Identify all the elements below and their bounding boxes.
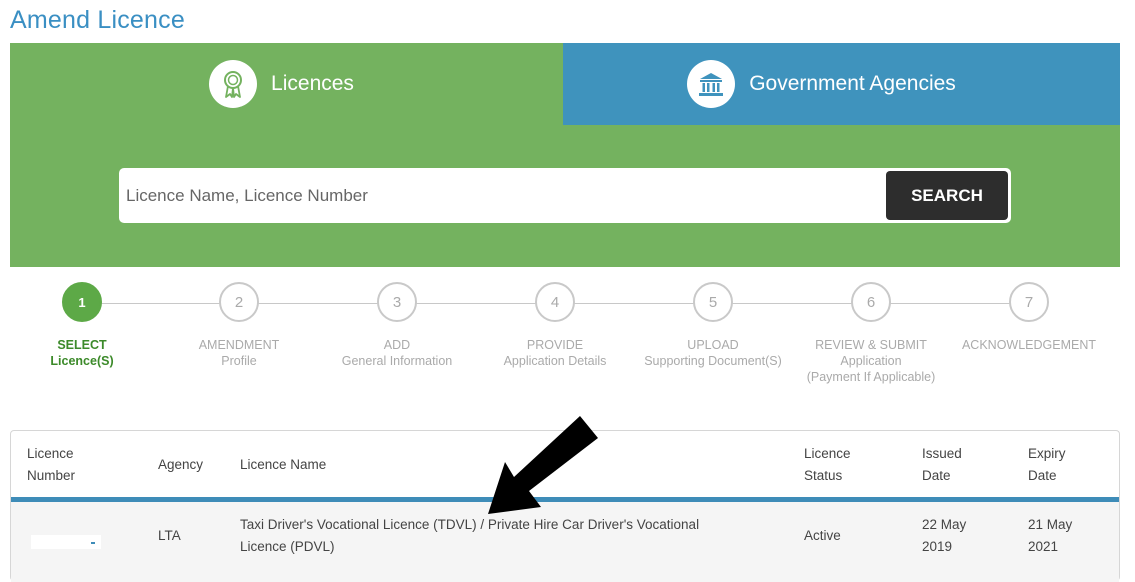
step-3-label: ADD General Information bbox=[312, 337, 482, 369]
tab-bar: Licences Government Agencies bbox=[10, 43, 1120, 125]
cell-issued-date: 22 May 2019 bbox=[922, 514, 966, 558]
header-issued-date[interactable]: Issued Date bbox=[922, 443, 962, 487]
header-expiry-date-line1: Expiry bbox=[1028, 446, 1066, 461]
step-6-title: REVIEW & SUBMIT bbox=[815, 338, 927, 352]
header-agency[interactable]: Agency bbox=[158, 454, 203, 476]
header-expiry-date[interactable]: Expiry Date bbox=[1028, 443, 1066, 487]
step-5-title: UPLOAD bbox=[687, 338, 739, 352]
search-box: SEARCH bbox=[119, 168, 1011, 223]
tab-licences[interactable]: Licences bbox=[10, 43, 563, 125]
step-2-circle: 2 bbox=[219, 282, 259, 322]
cell-expiry-date-line2: 2021 bbox=[1028, 539, 1059, 554]
search-input[interactable] bbox=[119, 168, 886, 223]
tab-licences-label: Licences bbox=[271, 72, 354, 95]
step-6-subtitle: Application bbox=[840, 354, 902, 368]
cell-issued-date-line1: 22 May bbox=[922, 517, 967, 532]
cell-licence-name[interactable]: Taxi Driver's Vocational Licence (TDVL) … bbox=[240, 514, 699, 558]
step-4-circle: 4 bbox=[535, 282, 575, 322]
tab-government-agencies-label: Government Agencies bbox=[749, 72, 956, 95]
step-4-subtitle: Application Details bbox=[503, 354, 607, 368]
cell-licence-status: Active bbox=[804, 528, 841, 543]
ribbon-award-icon bbox=[209, 60, 258, 108]
step-3-subtitle: General Information bbox=[341, 354, 453, 368]
page-title: Amend Licence bbox=[10, 6, 185, 34]
step-6-label: REVIEW & SUBMIT Application (Payment If … bbox=[786, 337, 956, 385]
cell-licence-name-line2: Licence (PDVL) bbox=[240, 539, 335, 554]
redaction-mark bbox=[91, 542, 95, 544]
step-5-subtitle: Supporting Document(S) bbox=[644, 354, 782, 368]
step-2-label: AMENDMENT Profile bbox=[154, 337, 324, 369]
header-licence-number[interactable]: Licence Number bbox=[27, 443, 75, 487]
step-1-circle: 1 bbox=[62, 282, 102, 322]
step-5-label: UPLOAD Supporting Document(S) bbox=[628, 337, 798, 369]
step-2-subtitle: Profile bbox=[221, 354, 257, 368]
header-licence-status-line1: Licence bbox=[804, 446, 851, 461]
header-licence-number-line1: Licence bbox=[27, 446, 74, 461]
step-6-note: (Payment If Applicable) bbox=[806, 370, 936, 384]
header-licence-status-line2: Status bbox=[804, 468, 843, 483]
step-7-label: ACKNOWLEDGEMENT bbox=[944, 337, 1114, 353]
step-4-label: PROVIDE Application Details bbox=[470, 337, 640, 369]
government-building-icon bbox=[687, 60, 736, 108]
step-4-title: PROVIDE bbox=[526, 338, 584, 352]
step-1-title: SELECT bbox=[57, 338, 107, 352]
header-licence-status[interactable]: Licence Status bbox=[804, 443, 851, 487]
black-arrow-pointer-icon bbox=[488, 416, 598, 514]
cell-issued-date-line2: 2019 bbox=[922, 539, 953, 554]
header-licence-number-line2: Number bbox=[27, 468, 76, 483]
tab-government-agencies[interactable]: Government Agencies bbox=[563, 43, 1120, 125]
search-panel: SEARCH bbox=[10, 125, 1120, 267]
step-6-circle: 6 bbox=[851, 282, 891, 322]
header-issued-date-line2: Date bbox=[922, 468, 951, 483]
step-7-title: ACKNOWLEDGEMENT bbox=[961, 338, 1097, 352]
step-3-circle: 3 bbox=[377, 282, 417, 322]
step-1-subtitle: Licence(S) bbox=[50, 354, 114, 368]
cell-licence-name-line1: Taxi Driver's Vocational Licence (TDVL) … bbox=[240, 517, 700, 532]
cell-expiry-date-line1: 21 May bbox=[1028, 517, 1073, 532]
progress-stepper: 1 2 3 4 5 6 7 SELECT Licence(S) AMENDMEN… bbox=[0, 282, 1135, 392]
step-3-title: ADD bbox=[383, 338, 411, 352]
step-7-circle: 7 bbox=[1009, 282, 1049, 322]
cell-expiry-date: 21 May 2021 bbox=[1028, 514, 1072, 558]
step-5-circle: 5 bbox=[693, 282, 733, 322]
cell-agency: LTA bbox=[158, 528, 181, 543]
header-issued-date-line1: Issued bbox=[922, 446, 962, 461]
step-1-label: SELECT Licence(S) bbox=[0, 337, 167, 369]
search-button[interactable]: SEARCH bbox=[886, 171, 1008, 220]
header-licence-name[interactable]: Licence Name bbox=[240, 454, 326, 476]
header-expiry-date-line2: Date bbox=[1028, 468, 1057, 483]
step-2-title: AMENDMENT bbox=[198, 338, 280, 352]
